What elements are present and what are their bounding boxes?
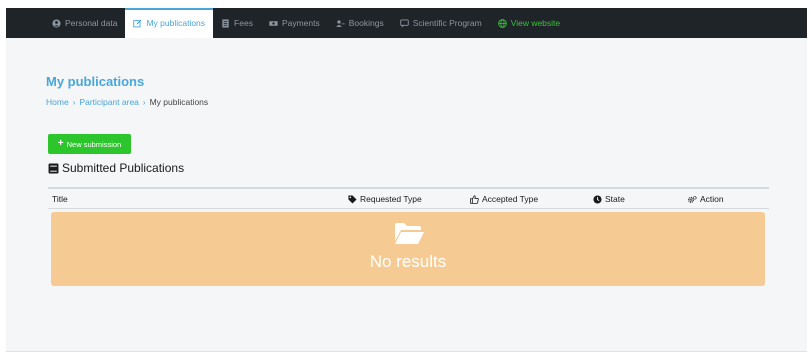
globe-icon (497, 18, 507, 28)
edit-icon (133, 19, 142, 27)
breadcrumb-participant-area[interactable]: Participant area (79, 97, 139, 107)
nav-label: Fees (234, 18, 253, 28)
column-accepted-type[interactable]: Accepted Type (470, 189, 538, 209)
top-navigation: Personal data My publications Fees Payme… (6, 8, 807, 38)
nav-view-website[interactable]: View website (490, 8, 568, 38)
nav-payments[interactable]: Payments (261, 8, 328, 38)
publications-table-header: Title Requested Type Accepted Type State… (48, 187, 769, 209)
nav-fees[interactable]: Fees (213, 8, 261, 38)
column-requested-type[interactable]: Requested Type (348, 189, 422, 209)
page-title: My publications (46, 74, 145, 89)
nav-personal-data[interactable]: Personal data (44, 8, 125, 38)
chevron-right-icon: › (142, 97, 146, 107)
nav-label: View website (510, 18, 561, 28)
speech-icon (399, 18, 409, 28)
section-title-text: Submitted Publications (62, 161, 185, 175)
folder-open-icon (395, 223, 424, 244)
plus-icon: + (57, 138, 64, 149)
nav-label: Bookings (348, 18, 384, 28)
nav-bookings[interactable]: Bookings (328, 8, 392, 38)
empty-state: No results (51, 212, 765, 286)
no-results-message: No results (369, 252, 447, 271)
new-submission-label: New submission (66, 139, 122, 149)
app-frame: Personal data My publications Fees Payme… (6, 8, 807, 352)
cogs-icon (688, 195, 697, 203)
breadcrumb-home[interactable]: Home (46, 97, 69, 107)
nav-scientific-program[interactable]: Scientific Program (392, 8, 490, 38)
column-action[interactable]: Action (688, 189, 724, 209)
thumbs-up-icon (470, 194, 479, 204)
tag-icon (348, 194, 357, 204)
breadcrumb: Home › Participant area › My publication… (46, 97, 208, 107)
column-title[interactable]: Title (52, 189, 68, 209)
money-icon (269, 20, 278, 26)
book-icon (48, 163, 59, 173)
clock-icon (593, 194, 602, 204)
nav-label: Personal data (65, 18, 118, 28)
column-state[interactable]: State (593, 189, 625, 209)
nav-label: Payments (281, 18, 320, 28)
nav-my-publications[interactable]: My publications (125, 8, 214, 38)
section-title: Submitted Publications (48, 161, 184, 175)
nav-label: My publications (146, 18, 206, 28)
user-circle-icon (52, 18, 61, 28)
nav-label: Scientific Program (412, 18, 482, 28)
receipt-icon (222, 18, 229, 28)
chevron-right-icon: › (72, 97, 76, 107)
breadcrumb-current: My publications (149, 97, 209, 107)
user-key-icon (335, 19, 345, 27)
new-submission-button[interactable]: + New submission (48, 134, 131, 154)
